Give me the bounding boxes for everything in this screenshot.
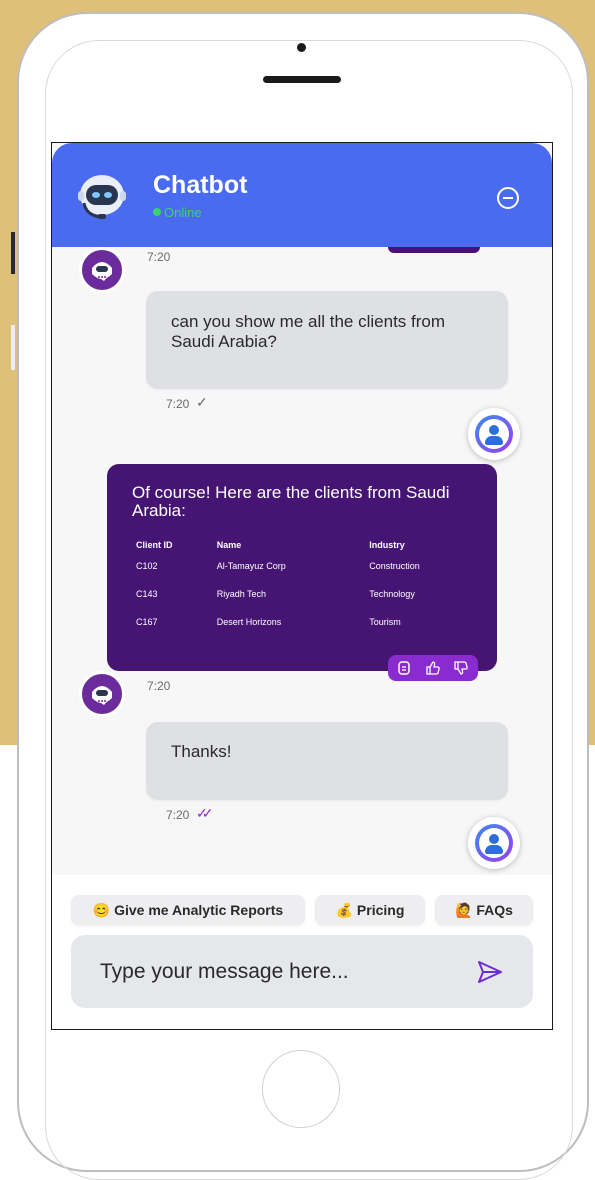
status-label: Online — [164, 205, 202, 220]
quick-reply-analytics[interactable]: 😊 Give me Analytic Reports — [71, 895, 305, 925]
table-cell: Al-Tamayuz Corp — [216, 561, 286, 571]
read-double-check-icon: ✓✓ — [196, 805, 214, 821]
user-message-bubble: Thanks! — [146, 722, 508, 800]
thumbs-down-icon[interactable] — [453, 660, 469, 676]
chat-title: Chatbot — [153, 171, 248, 199]
send-icon[interactable] — [476, 959, 504, 985]
message-input[interactable] — [98, 953, 462, 991]
user-message-text: Thanks! — [171, 742, 232, 761]
table-cell: C102 — [136, 561, 158, 571]
message-time: 7:20 — [166, 808, 190, 822]
robot-icon — [92, 262, 112, 281]
home-button[interactable] — [262, 1050, 340, 1128]
user-message-bubble: can you show me all the clients from Sau… — [146, 291, 508, 389]
message-time: 7:20 — [147, 679, 171, 693]
camera-icon — [297, 43, 306, 52]
bot-message-text: Of course! Here are the clients from Sau… — [132, 483, 450, 520]
user-avatar — [468, 817, 520, 869]
column-header: Industry — [369, 540, 405, 550]
table-cell: Tourism — [369, 617, 401, 627]
table-cell: C143 — [136, 589, 158, 599]
user-message-text: can you show me all the clients from Sau… — [171, 312, 446, 351]
bot-avatar — [79, 247, 125, 293]
robot-icon — [92, 686, 112, 705]
table-cell: Construction — [369, 561, 420, 571]
speaker-grille — [263, 76, 341, 83]
phone-side-button — [11, 232, 15, 274]
chatbot-logo-icon — [78, 175, 126, 219]
message-list[interactable]: 7:20 can you show me all the clients fro… — [52, 247, 552, 875]
table-cell: Desert Horizons — [216, 617, 282, 627]
bot-avatar — [79, 671, 125, 717]
chat-window: Chatbot Online 7:20 can you show me all … — [51, 142, 553, 1030]
quick-reply-pricing[interactable]: 💰 Pricing — [315, 895, 425, 925]
quick-reply-faqs[interactable]: 🙋 FAQs — [435, 895, 533, 925]
table-cell: C167 — [136, 617, 158, 627]
phone-side-button — [11, 325, 15, 370]
table-row: C167 Desert Horizons Tourism — [136, 608, 481, 636]
column-header: Client ID — [136, 540, 173, 550]
composer-area: 😊 Give me Analytic Reports 💰 Pricing 🙋 F… — [52, 875, 552, 1029]
table-cell: Technology — [369, 589, 415, 599]
online-status: Online — [153, 205, 202, 220]
copy-icon[interactable] — [396, 660, 412, 676]
table-header-row: Client ID Name Industry — [136, 538, 481, 552]
message-input-container — [71, 935, 533, 1008]
sent-check-icon: ✓ — [196, 394, 208, 410]
table-row: C102 Al-Tamayuz Corp Construction — [136, 552, 481, 580]
message-actions — [388, 655, 478, 681]
bot-message-bubble: Of course! Here are the clients from Sau… — [107, 464, 497, 681]
online-dot-icon — [153, 208, 161, 216]
table-cell: Riyadh Tech — [216, 589, 267, 599]
clients-table: Client ID Name Industry C102 Al-Tamayuz … — [136, 538, 481, 636]
chat-header: Chatbot Online — [52, 143, 552, 247]
user-avatar — [468, 408, 520, 460]
clipped-bot-bubble — [388, 247, 480, 253]
message-time: 7:20 — [147, 250, 171, 264]
thumbs-up-icon[interactable] — [425, 660, 441, 676]
message-time: 7:20 — [166, 397, 190, 411]
minimize-icon[interactable] — [497, 187, 519, 209]
column-header: Name — [216, 540, 242, 550]
table-row: C143 Riyadh Tech Technology — [136, 580, 481, 608]
